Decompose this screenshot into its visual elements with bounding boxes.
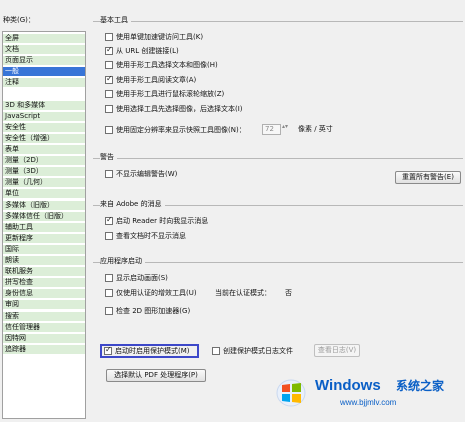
category-item[interactable]: 一般	[3, 67, 85, 77]
option-hand-select-text[interactable]: 使用手形工具选择文本和图像(H)	[105, 61, 218, 69]
option-check-2d-accelerator[interactable]: 检查 2D 图形加速器(G)	[105, 307, 190, 315]
option-certified-plugins-only[interactable]: 仅使用认证的增效工具(U)	[105, 289, 197, 297]
option-protected-mode-log[interactable]: 创建保护模式日志文件	[212, 347, 293, 355]
category-item[interactable]: 测量（3D）	[3, 167, 85, 177]
category-item[interactable]: 拼写检查	[3, 278, 85, 288]
windows-logo-icon	[276, 379, 306, 407]
certified-mode-label: 当前在认证模式：	[215, 289, 271, 297]
category-item[interactable]: 测量（2D）	[3, 156, 85, 166]
checkbox[interactable]	[105, 74, 113, 84]
option-label: 使用手形工具阅读文章(A)	[116, 75, 197, 84]
watermark: Windows 系统之家 www.bjjmlv.com	[270, 372, 460, 418]
option-show-splash-screen[interactable]: 显示启动画面(S)	[105, 274, 168, 282]
option-label: 显示启动画面(S)	[116, 273, 168, 282]
checkbox[interactable]	[105, 274, 113, 282]
option-create-links-from-urls[interactable]: 从 URL 创建链接(L)	[105, 45, 179, 55]
option-select-images-first[interactable]: 使用选择工具先选择图像，后选择文本(I)	[105, 105, 243, 113]
option-label: 从 URL 创建链接(L)	[116, 46, 179, 55]
category-item[interactable]: 国际	[3, 244, 85, 254]
view-log-button[interactable]: 查看日志(V)	[314, 344, 360, 357]
checkbox[interactable]	[105, 90, 113, 98]
checkbox[interactable]	[105, 33, 113, 41]
checkbox[interactable]	[105, 105, 113, 113]
category-label: 种类(G)：	[3, 16, 35, 24]
category-item[interactable]: 单位	[3, 189, 85, 199]
watermark-brand: Windows	[315, 377, 381, 394]
category-item[interactable]: 多媒体信任（旧版）	[3, 211, 85, 221]
option-fixed-resolution[interactable]: 使用固定分辨率来显示快照工具图像(N)：	[105, 126, 246, 134]
category-item[interactable]: 更新程序	[3, 233, 85, 243]
category-item[interactable]: 页面显示	[3, 56, 85, 66]
watermark-url: www.bjjmlv.com	[340, 398, 397, 407]
warnings-title: 警告	[100, 154, 117, 161]
option-hand-wheel-zoom[interactable]: 使用手形工具进行鼠标滚轮缩放(Z)	[105, 90, 224, 98]
checkbox[interactable]	[212, 347, 220, 355]
option-label: 不显示编辑警告(W)	[116, 169, 178, 178]
option-label: 仅使用认证的增效工具(U)	[116, 288, 197, 297]
startup-divider	[93, 262, 463, 263]
option-label: 使用选择工具先选择图像，后选择文本(I)	[116, 104, 243, 113]
category-item[interactable]: 表单	[3, 145, 85, 154]
startup-title: 应用程序启动	[100, 258, 145, 265]
category-item[interactable]: 安全性	[3, 122, 85, 132]
option-hand-read-articles[interactable]: 使用手形工具阅读文章(A)	[105, 74, 197, 84]
category-item[interactable]: 注释	[3, 78, 85, 88]
option-label: 使用手形工具进行鼠标滚轮缩放(Z)	[116, 89, 225, 98]
checkbox[interactable]	[105, 61, 113, 69]
category-item[interactable]: 辅助工具	[3, 222, 85, 232]
category-item[interactable]: 安全性（增强）	[3, 133, 85, 143]
basic-tools-title: 基本工具	[100, 17, 131, 24]
option-hide-edit-warnings[interactable]: 不显示编辑警告(W)	[105, 170, 177, 178]
warnings-divider	[93, 158, 463, 159]
category-item[interactable]: 因特网	[3, 333, 85, 343]
category-item[interactable]: 测量（几何）	[3, 178, 85, 188]
option-label: 查看文档时不显示消息	[116, 231, 186, 240]
checkbox[interactable]	[104, 345, 112, 355]
category-item[interactable]: 搜索	[3, 311, 85, 321]
category-item[interactable]: 多媒体（旧版）	[3, 200, 85, 210]
option-show-messages-on-launch[interactable]: 启动 Reader 时向我显示消息	[105, 215, 209, 225]
select-default-pdf-handler-button[interactable]: 选择默认 PDF 处理程序(P)	[106, 369, 206, 382]
resolution-spinner[interactable]: 72	[262, 124, 281, 135]
category-list[interactable]: 全屏文档 页面显示 一般 注释 3D 和多媒体 JavaScript 安全性 安全性（增强） 表…	[2, 31, 86, 419]
spinner-arrows-icon[interactable]: ▴▾	[282, 124, 288, 130]
watermark-brand-cn: 系统之家	[396, 379, 445, 393]
reset-all-warnings-button[interactable]: 重置所有警告(E)	[395, 171, 461, 184]
basic-tools-divider	[93, 21, 463, 22]
option-no-messages-when-viewing[interactable]: 查看文档时不显示消息	[105, 232, 186, 240]
adobe-messages-title: 来自 Adobe 的消息	[100, 201, 165, 208]
certified-mode-value: 否	[285, 289, 292, 297]
option-label: 检查 2D 图形加速器(G)	[116, 306, 191, 315]
checkbox[interactable]	[105, 126, 113, 134]
checkbox[interactable]	[105, 289, 113, 297]
category-item[interactable]: 全屏	[3, 34, 85, 43]
category-item[interactable]: 文档	[3, 45, 85, 55]
category-item[interactable]: 身份信息	[3, 289, 85, 299]
category-item[interactable]: 朗读	[3, 256, 85, 265]
checkbox[interactable]	[105, 170, 113, 178]
option-label: 使用手形工具选择文本和图像(H)	[116, 60, 218, 69]
option-label: 使用单键加速键访问工具(K)	[116, 32, 204, 41]
checkbox[interactable]	[105, 45, 113, 55]
checkbox[interactable]	[105, 307, 113, 315]
option-protected-mode-on-startup[interactable]: 启动时启用保护模式(M)	[104, 345, 190, 355]
category-item[interactable]: 信任管理器	[3, 322, 85, 332]
option-single-key-accelerators[interactable]: 使用单键加速键访问工具(K)	[105, 33, 203, 41]
category-item[interactable]	[3, 90, 85, 99]
category-item[interactable]: 审阅	[3, 300, 85, 310]
checkbox[interactable]	[105, 215, 113, 225]
checkbox[interactable]	[105, 232, 113, 240]
option-label: 创建保护模式日志文件	[223, 346, 293, 355]
option-label: 启动时启用保护模式(M)	[115, 346, 190, 355]
category-item[interactable]: 3D 和多媒体	[3, 100, 85, 110]
category-item[interactable]: 追踪器	[3, 344, 85, 354]
option-label: 使用固定分辨率来显示快照工具图像(N)：	[116, 125, 246, 134]
category-item[interactable]: JavaScript	[3, 111, 85, 121]
category-item[interactable]: 联机服务	[3, 267, 85, 277]
resolution-unit: 像素 / 英寸	[298, 125, 333, 133]
option-label: 启动 Reader 时向我显示消息	[116, 216, 209, 225]
